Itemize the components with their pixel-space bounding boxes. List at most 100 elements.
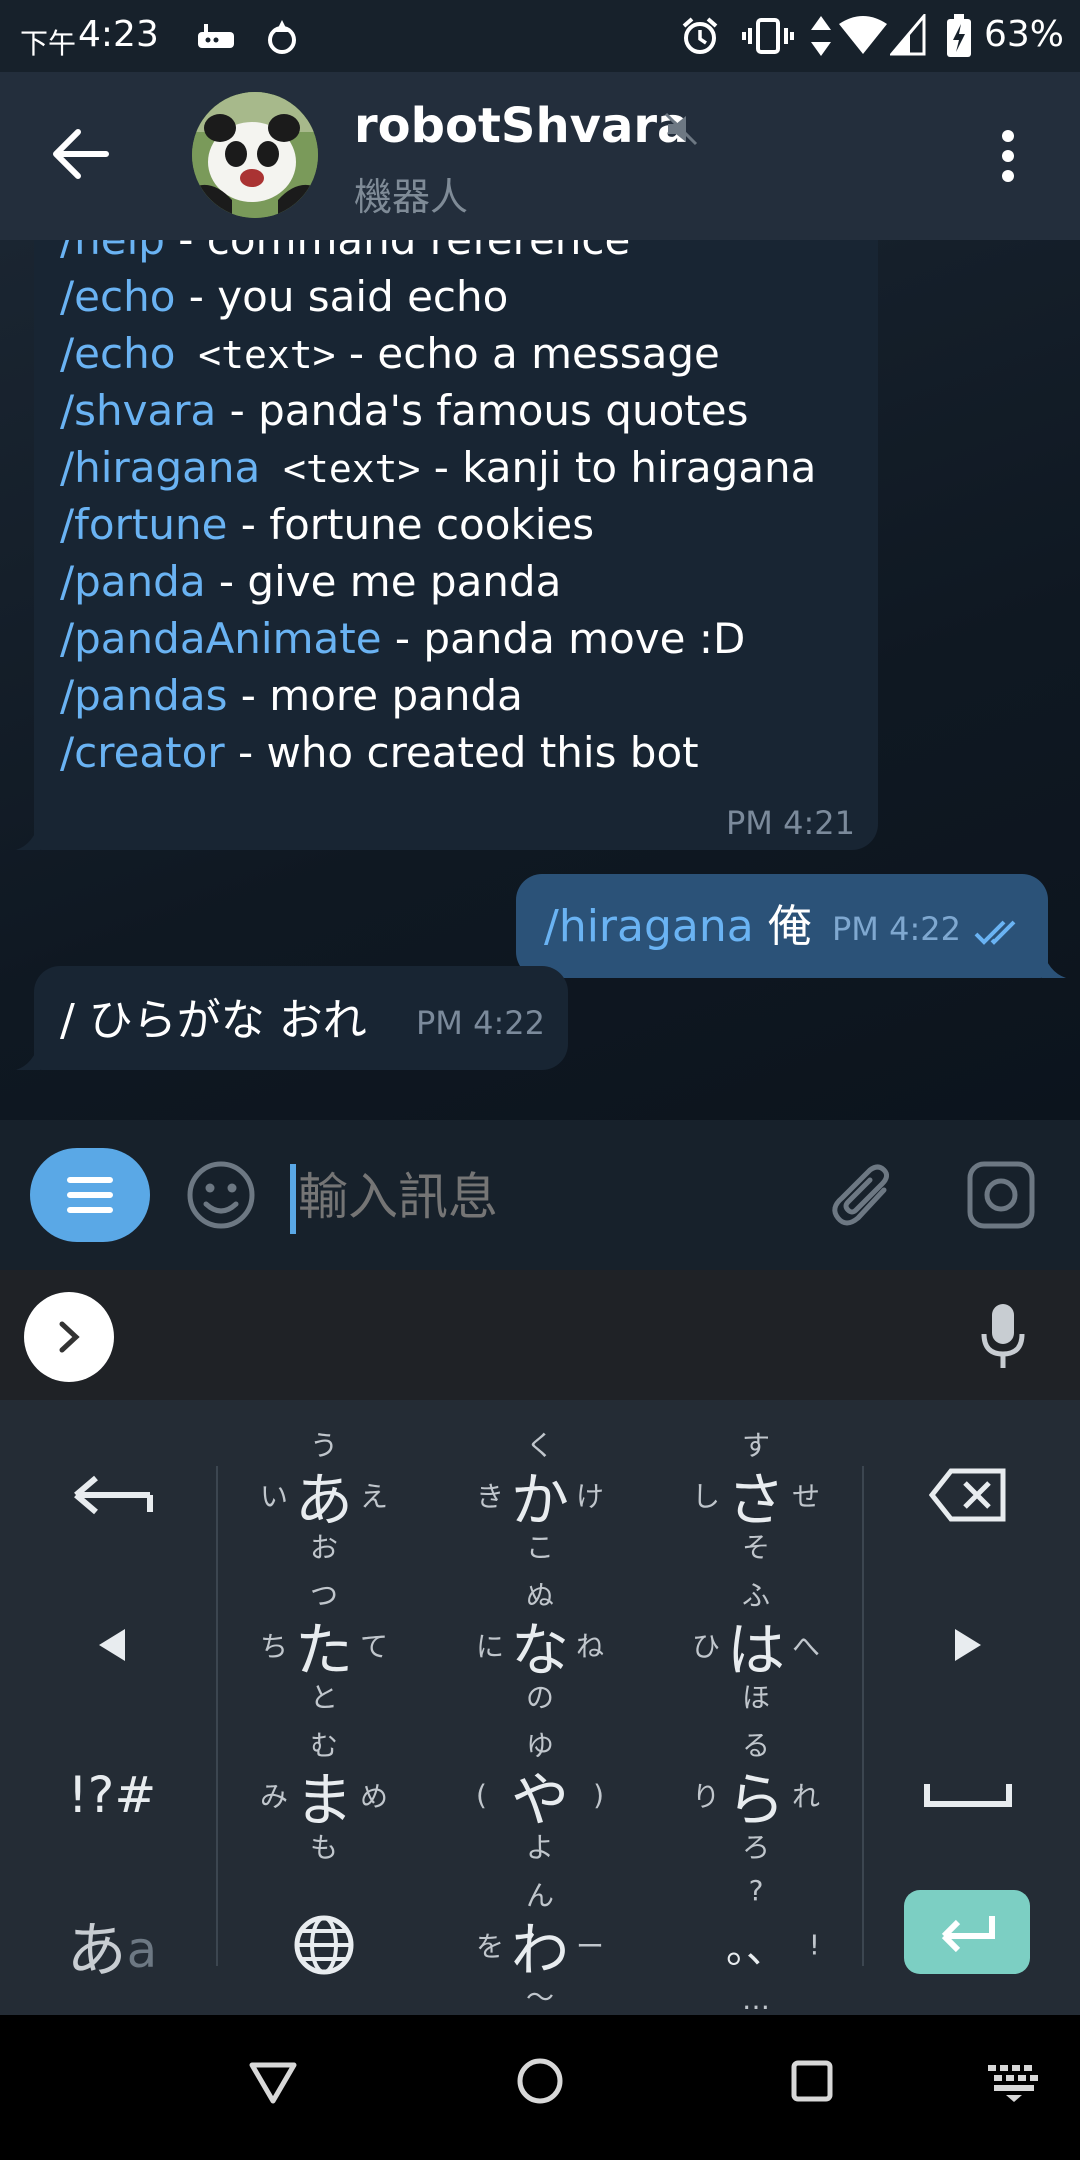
kana-down: ろ [741,1831,771,1864]
kana-right: め [359,1780,388,1813]
emoji-icon[interactable] [186,1160,256,1230]
kana-center: は [726,1616,786,1684]
microphone-icon[interactable] [980,1302,1026,1372]
navigation-bar [0,2015,1080,2160]
kana-right: れ [791,1780,820,1813]
kana-up: う [309,1429,339,1462]
triangle-left-icon [99,1629,125,1661]
kana-center: や [510,1766,570,1834]
kana-key[interactable]: さすそし せ [648,1420,864,1570]
undo-key[interactable] [4,1420,220,1570]
kana-key[interactable]: 。、? …! [648,1870,864,2020]
command-link[interactable]: /creator [60,728,225,777]
command-line: /help - command reference [60,240,630,264]
outgoing-command-link[interactable]: /hiragana [544,901,754,952]
kana-key[interactable]: らるろり れ [648,1720,864,1870]
flick-keyboard: !?# あa あうおいえかくこきけさすそしせたつとちてなぬのにねはふほひへまむも… [0,1400,1080,2016]
keyboard-toolbar [0,1270,1080,1400]
kana-key[interactable]: やゆよ () [432,1720,648,1870]
command-description: - give me panda [205,557,562,606]
enter-key[interactable] [904,1890,1030,1974]
attach-icon[interactable] [830,1160,896,1230]
symbols-key[interactable]: !?# [4,1720,220,1870]
kana-up: ん [525,1879,555,1912]
status-time-prefix: 下午 [20,27,77,60]
cursor-left-key[interactable] [4,1570,220,1720]
back-arrow-icon[interactable] [52,128,112,180]
kana-left: ひ [692,1630,721,1663]
keyboard-switch-icon[interactable] [986,2063,1042,2103]
status-time: 4:23 [78,14,159,55]
double-check-icon [974,918,1026,946]
chat-area[interactable]: /start - start bot/help - command refere… [0,240,1080,1120]
kana-key[interactable]: わん〜を ー [432,1870,648,2020]
expand-toolbar-button[interactable] [24,1292,114,1382]
kana-center: 。、 [726,1926,786,1972]
kana-key[interactable]: なぬのに ね [432,1570,648,1720]
kana-left: み [260,1780,289,1813]
reply-timestamp: PM 4:22 [416,1004,545,1042]
command-link[interactable]: /hiragana [60,443,260,492]
command-link[interactable]: /shvara [60,386,216,435]
kana-down: と [309,1681,339,1714]
command-description: - echo a message [335,329,720,378]
kana-right: ) [593,1778,604,1812]
kana-up: ふ [741,1579,771,1612]
kana-left: き [476,1480,505,1513]
kana-up: す [741,1429,771,1462]
app-notification-icon [266,18,298,56]
command-link[interactable]: /echo [60,329,175,378]
input-mode-key[interactable]: あa [4,1870,220,2020]
alarm-icon [680,16,720,56]
kana-key[interactable]: はふほひ へ [648,1570,864,1720]
kana-key[interactable]: たつとち て [216,1570,432,1720]
camera-icon[interactable] [966,1160,1036,1230]
more-options-icon[interactable] [996,128,1020,184]
chat-subtitle: 機器人 [354,175,469,219]
kana-right: せ [791,1480,820,1513]
cursor-right-key[interactable] [860,1570,1076,1720]
chevron-right-icon [59,1321,80,1353]
kana-right: え [359,1480,388,1513]
chat-title[interactable]: robotShvara [354,98,689,154]
command-link[interactable]: /pandaAnimate [60,614,382,663]
backspace-key[interactable] [860,1420,1076,1570]
kana-down: も [309,1831,339,1864]
kana-key[interactable]: あうおい え [216,1420,432,1570]
command-link[interactable]: /fortune [60,500,227,549]
kana-key[interactable]: かくこき け [432,1420,648,1570]
outgoing-message-arg: 俺 [753,901,812,952]
router-icon [196,22,236,50]
language-switch-key[interactable] [216,1870,432,2020]
command-line: /shvara - panda's famous quotes [60,386,748,435]
space-key[interactable] [860,1720,1076,1870]
nav-home-icon[interactable] [516,2057,564,2105]
command-line: /hiragana <text> - kanji to hiragana [60,443,816,492]
cellular-signal-icon [888,11,926,56]
avatar[interactable] [192,92,318,218]
bot-menu-button[interactable] [30,1148,150,1242]
message-input[interactable] [296,1154,800,1240]
menu-icon [67,1177,113,1213]
kana-center: わ [510,1916,570,1984]
kana-key[interactable]: まむもみ め [216,1720,432,1870]
command-link[interactable]: /echo [60,272,175,321]
command-link[interactable]: /panda [60,557,206,606]
command-description: - you said echo [175,272,509,321]
battery-icon [946,14,972,58]
kana-down: そ [741,1531,771,1564]
kana-center: か [510,1466,570,1534]
kana-up: ゆ [525,1729,555,1762]
command-link[interactable]: /help [60,240,165,264]
kana-center: さ [726,1466,786,1534]
nav-back-icon[interactable] [248,2057,298,2107]
kana-down: ほ [741,1681,771,1714]
outgoing-message-text: /hiragana 俺 [544,890,812,954]
command-link[interactable]: /pandas [60,671,227,720]
nav-recents-icon[interactable] [790,2059,834,2103]
chat-header: robotShvara 機器人 [0,72,1080,240]
command-description: - panda's famous quotes [216,386,749,435]
kana-up: ? [748,1874,764,1907]
kana-left: し [692,1480,721,1513]
kana-up: む [309,1729,339,1762]
